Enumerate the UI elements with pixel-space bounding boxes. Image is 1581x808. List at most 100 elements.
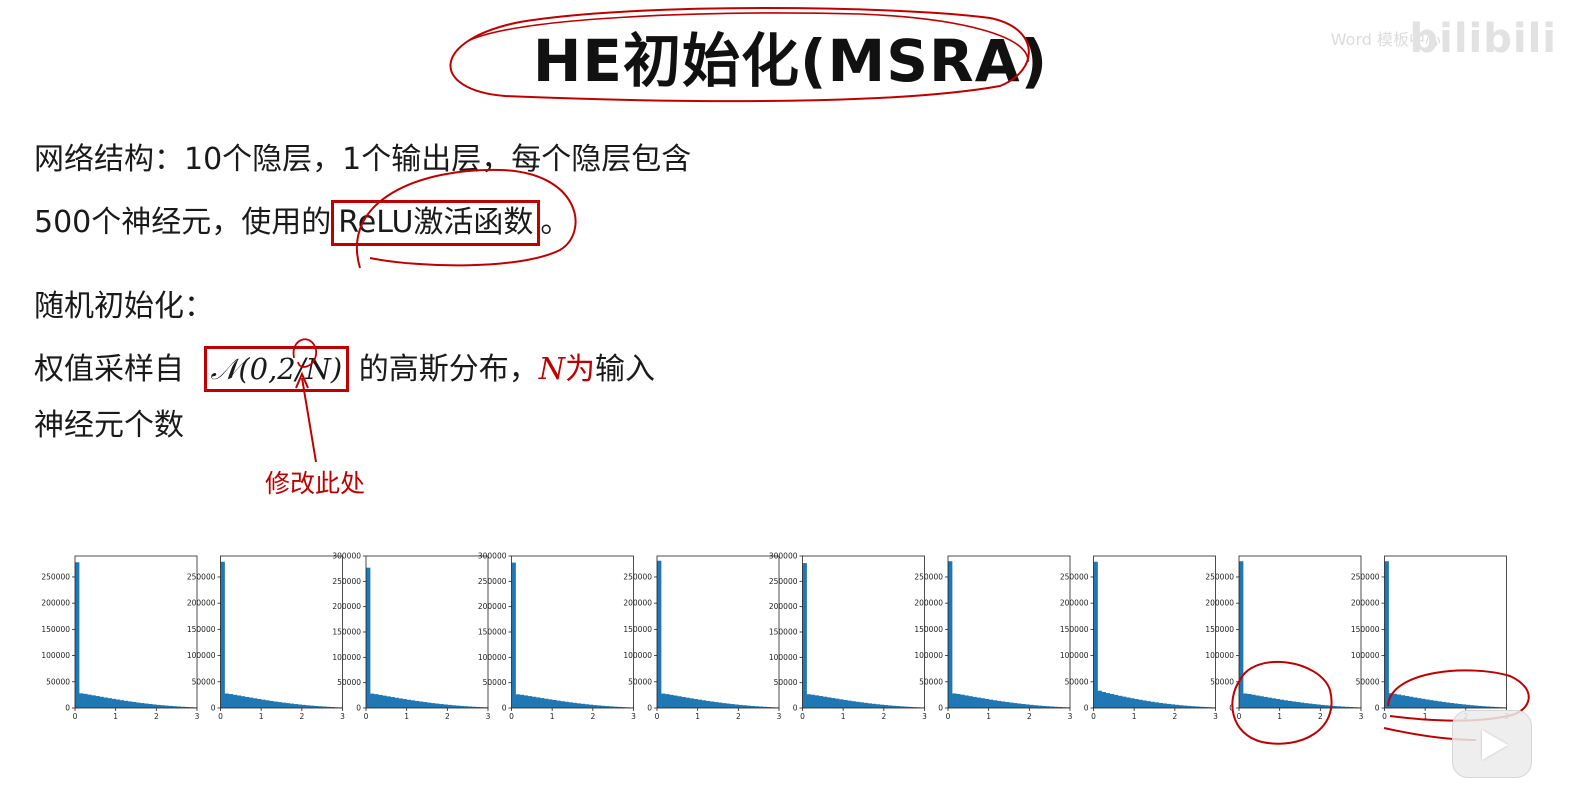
text-line-5: 神经元个数: [34, 406, 184, 446]
y-tick-label: 0: [65, 704, 70, 713]
y-tick-label: 250000: [478, 577, 507, 586]
hist-bar: [685, 697, 690, 708]
hist-bar: [1117, 695, 1123, 708]
period-text: 。: [540, 205, 571, 240]
plot-frame: [220, 555, 343, 709]
x-tick-label: 2: [736, 712, 741, 721]
text-line-2: 500个神经元，使用的 ReLU激活函数。: [34, 200, 570, 246]
y-tick-label: 0: [356, 704, 361, 713]
hist-bar: [859, 702, 864, 708]
hist-bar: [992, 700, 998, 708]
n-variable: N: [538, 352, 566, 387]
hist-bar: [592, 705, 598, 708]
y-tick-label: 250000: [1060, 572, 1089, 581]
gaussian-dist-text: 的高斯分布，: [349, 352, 539, 387]
hist-bar: [1396, 694, 1402, 708]
plot-frame: [1384, 555, 1507, 709]
hist-bar: [136, 702, 141, 708]
hist-bar: [705, 700, 711, 708]
hist-bar: [1247, 694, 1252, 708]
hist-bar: [1170, 704, 1176, 708]
hist-bar: [269, 700, 274, 708]
hist-bar: [1308, 703, 1313, 708]
y-tick-label: 50000: [1065, 677, 1089, 686]
y-tick-label: 150000: [914, 625, 943, 634]
hist-bar: [115, 699, 121, 708]
hist-bar: [948, 561, 953, 708]
hist-bar: [103, 697, 108, 708]
hist-bar: [863, 702, 868, 708]
y-tick-label: 0: [211, 704, 216, 713]
hist-bar: [378, 694, 383, 708]
neuron-number-text: 神经元个数: [34, 408, 184, 443]
y-tick-label: 200000: [478, 602, 507, 611]
y-tick-label: 200000: [1351, 599, 1380, 608]
hist-bar: [1461, 704, 1467, 708]
hist-bar: [677, 696, 682, 708]
hist-bar: [1287, 700, 1293, 708]
y-tick-label: 150000: [41, 625, 70, 634]
hist-bar: [1429, 700, 1434, 708]
hist-bar: [1097, 690, 1102, 708]
hist-bar: [1453, 703, 1458, 708]
hist-bar: [1017, 703, 1022, 708]
x-tick-label: 1: [113, 712, 118, 721]
hist-bar: [156, 704, 161, 708]
hist-bar: [1146, 701, 1151, 708]
hist-bar: [523, 695, 529, 708]
hist-bar: [1150, 701, 1155, 708]
y-tick-label: 150000: [1351, 625, 1380, 634]
text-line-3: 随机初始化：: [34, 287, 214, 327]
hist-bar: [1267, 697, 1272, 708]
hist-bar: [519, 694, 524, 708]
y-tick-label: 200000: [41, 599, 70, 608]
histogram-row: 0500001000001500002000002500000 1 2 3050000…: [41, 552, 1509, 722]
hist-bar: [972, 696, 977, 708]
hist-bar: [1441, 701, 1446, 708]
y-tick-label: 250000: [1205, 572, 1234, 581]
play-icon: [1482, 730, 1508, 760]
x-tick-label: 3: [1213, 712, 1218, 721]
hist-bar: [402, 699, 407, 708]
y-tick-label: 50000: [192, 677, 216, 686]
hist-bar: [835, 698, 840, 708]
hist-bar: [952, 693, 957, 708]
hist-bar: [1384, 561, 1389, 708]
y-tick-label: 200000: [1060, 599, 1089, 608]
play-button[interactable]: [1452, 710, 1532, 778]
hist-bar: [447, 704, 452, 708]
x-tick-label: 3: [777, 712, 782, 721]
hist-bar: [588, 704, 594, 708]
hist-bar: [87, 694, 92, 708]
x-tick-label: 0: [1382, 712, 1387, 721]
hist-bar: [814, 695, 820, 708]
hist-bar: [131, 701, 137, 708]
y-tick-label: 200000: [187, 599, 216, 608]
y-tick-label: 150000: [478, 628, 507, 637]
x-tick-label: 1: [1423, 712, 1428, 721]
y-tick-label: 300000: [769, 552, 798, 561]
hist-bar: [867, 703, 872, 708]
x-tick-label: 1: [695, 712, 700, 721]
hist-bar: [576, 703, 581, 708]
hist-bar: [224, 693, 229, 708]
hist-bar: [976, 697, 981, 708]
y-tick-label: 50000: [46, 677, 70, 686]
hist-bar: [1469, 705, 1475, 708]
x-tick-label: 0: [1237, 712, 1242, 721]
hist-bar: [1029, 704, 1034, 708]
x-tick-label: 1: [404, 712, 409, 721]
y-tick-label: 50000: [1210, 677, 1234, 686]
x-tick-label: 2: [590, 712, 595, 721]
histogram-panel-10: 0500001000001500002000002500000123: [1351, 555, 1509, 721]
hist-bar: [140, 703, 145, 708]
hist-bar: [305, 705, 311, 708]
x-tick-label: 2: [881, 712, 886, 721]
y-tick-label: 150000: [1205, 625, 1234, 634]
hist-bar: [580, 703, 585, 708]
hist-bar: [1279, 699, 1285, 708]
x-tick-label: 0: [655, 712, 660, 721]
y-tick-label: 250000: [623, 572, 652, 581]
histogram-panel-5: 0 50000 100000 150000 200000 250000 0 1 2 3: [623, 555, 782, 721]
hist-bar: [851, 701, 856, 708]
